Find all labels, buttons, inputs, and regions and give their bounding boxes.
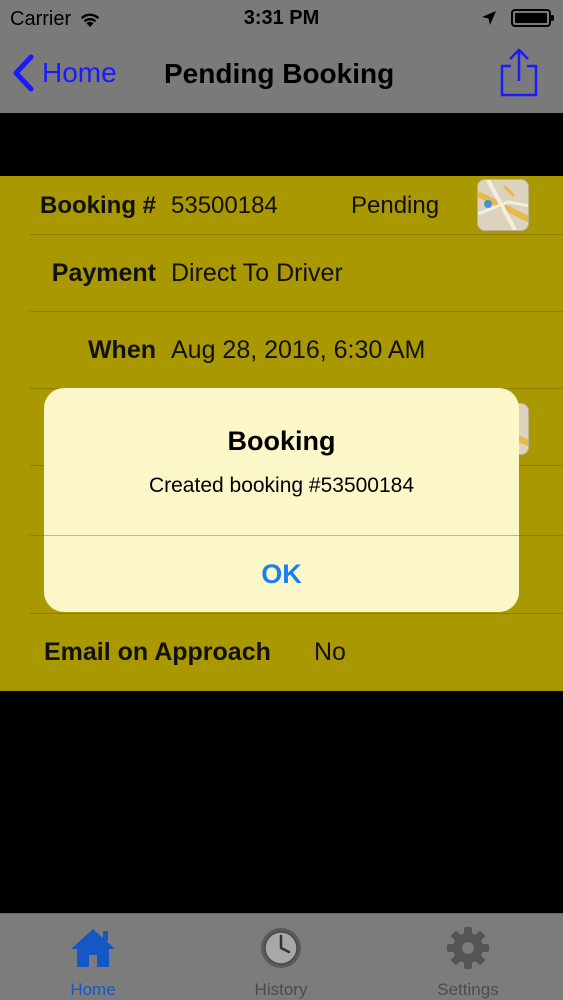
payment-value: Direct To Driver [171, 259, 343, 287]
tab-home[interactable]: Home [18, 914, 168, 1000]
map-thumbnail-button[interactable] [477, 179, 529, 231]
empty-area [0, 691, 563, 913]
booking-number-row: Booking # 53500184 Pending [0, 176, 563, 235]
share-icon [500, 48, 538, 97]
booking-number-label: Booking # [39, 192, 156, 219]
alert-ok-button[interactable]: OK [44, 536, 519, 612]
page-title: Pending Booking [164, 58, 395, 89]
when-row: When Aug 28, 2016, 6:30 AM [0, 312, 563, 389]
booking-number-value: 53500184 [171, 192, 278, 219]
alert-title: Booking [227, 426, 336, 456]
status-right [481, 9, 554, 27]
home-icon [69, 926, 117, 970]
tab-history[interactable]: History [206, 914, 356, 1000]
booking-alert-dialog: Booking Created booking #53500184 OK [44, 388, 519, 612]
navigation-bar: Home Pending Booking [0, 38, 563, 113]
alert-message: Created booking #53500184 [148, 474, 415, 497]
tab-history-label: History [254, 980, 308, 999]
tab-settings-label: Settings [437, 980, 499, 999]
chevron-left-icon [13, 54, 34, 92]
location-arrow-icon [482, 11, 496, 25]
email-on-approach-value: No [314, 638, 346, 666]
gear-icon [444, 926, 492, 970]
tab-bar: Home History Settings [0, 913, 563, 1000]
tab-settings[interactable]: Settings [393, 914, 543, 1000]
when-label: When [87, 336, 156, 364]
payment-label: Payment [51, 259, 156, 287]
booking-status: Pending [351, 192, 440, 219]
email-on-approach-label: Email on Approach [44, 638, 271, 666]
clock-icon [257, 926, 305, 970]
header-spacer [0, 113, 563, 176]
back-button-label: Home [42, 57, 117, 88]
battery-icon [511, 9, 554, 27]
payment-row: Payment Direct To Driver [0, 235, 563, 312]
status-time: 3:31 PM [243, 7, 320, 29]
map-icon [478, 180, 528, 230]
tab-home-label: Home [70, 980, 116, 999]
when-value: Aug 28, 2016, 6:30 AM [171, 336, 426, 364]
status-bar: Carrier 3:31 PM [0, 0, 563, 38]
email-on-approach-row: Email on Approach No [0, 614, 563, 691]
back-button[interactable]: Home [12, 54, 117, 92]
share-button[interactable] [498, 48, 540, 98]
